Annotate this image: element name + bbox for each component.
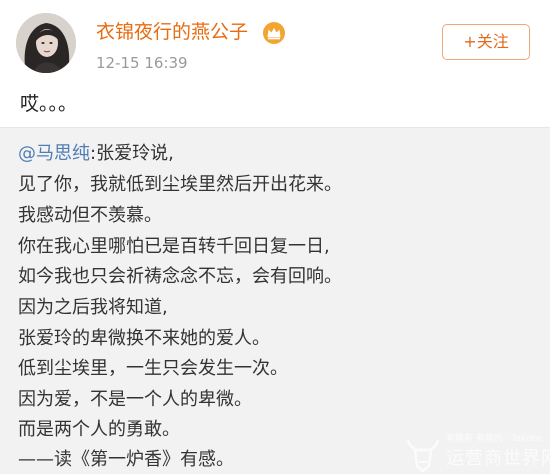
repost-line-7: 张爱玲的卑微换不来她的爱人。	[18, 328, 270, 349]
watermark: 有趣有 有趣的 · Takoko 运营商世界网	[400, 432, 550, 474]
avatar[interactable]	[16, 13, 76, 73]
repost-line-4: 你在我心里哪怕已是百转千回日复一日,	[18, 236, 330, 257]
repost-line-2: 见了你，我就低到尘埃里然后开出花来。	[18, 174, 342, 195]
repost-line-5: 如今我也只会祈祷念念不忘，会有回响。	[18, 266, 342, 287]
post-header: 衣锦夜行的燕公子 12-15 16:39 +关注	[0, 0, 550, 80]
watermark-main-text: 运营商世界网	[446, 448, 550, 469]
repost-line-10: 而是两个人的勇敢。	[18, 419, 180, 440]
repost-line-6: 因为之后我将知道,	[18, 297, 168, 318]
repost-line-8: 低到尘埃里，一生只会发生一次。	[18, 358, 288, 379]
watermark-top-text: 有趣有 有趣的 · Takoko	[446, 434, 542, 444]
bull-logo-icon	[406, 439, 440, 473]
author-name[interactable]: 衣锦夜行的燕公子	[96, 20, 248, 44]
repost-line-1: @马思纯:张爱玲说,	[18, 143, 174, 165]
crown-icon	[263, 22, 285, 44]
follow-button[interactable]: +关注	[442, 24, 530, 60]
avatar-photo-icon	[16, 13, 76, 73]
mention-link[interactable]: @马思纯	[18, 143, 90, 164]
repost-line-9: 因为爱，不是一个人的卑微。	[18, 389, 252, 410]
post-text: 哎。。。	[20, 93, 78, 115]
post-time: 12-15 16:39	[96, 54, 188, 72]
repost-line-11: ——读《第一炉香》有感。	[18, 449, 234, 470]
repost-line-3: 我感动但不羡慕。	[18, 205, 162, 226]
repost-first-line-text: :张爱玲说,	[90, 143, 174, 164]
